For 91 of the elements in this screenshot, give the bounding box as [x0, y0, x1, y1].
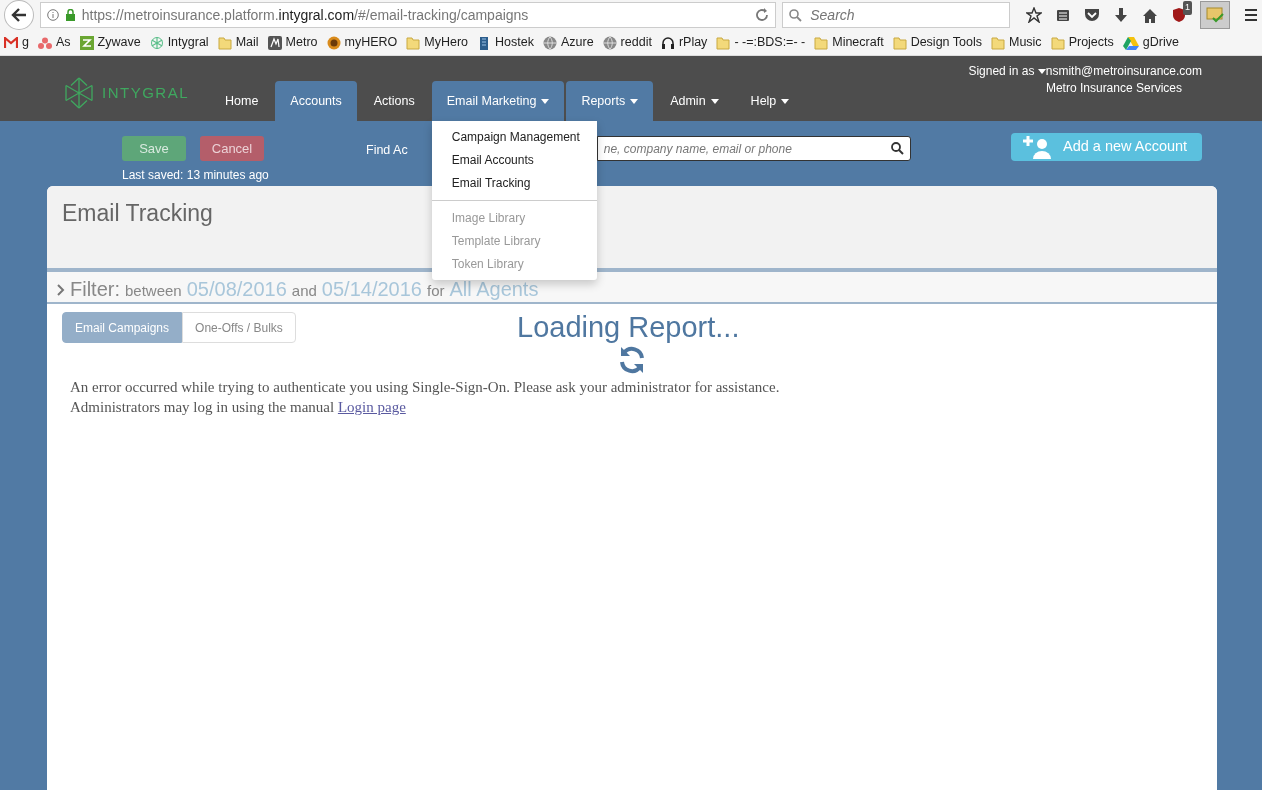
menu-item[interactable]: Campaign Management	[431, 126, 597, 149]
snowflake-icon	[149, 35, 164, 50]
reader-icon[interactable]	[1056, 8, 1070, 22]
filter-text: for	[426, 281, 445, 301]
bookmark-item[interactable]: Hostek	[477, 33, 534, 52]
bookmark-item[interactable]: Design Tools	[892, 33, 982, 52]
folder-icon	[814, 35, 829, 50]
back-arrow-icon	[10, 8, 27, 22]
square-logo-icon	[79, 35, 94, 50]
mail-icon	[4, 36, 18, 49]
bookmark-item[interactable]: MyHero	[406, 33, 469, 52]
chevron-icon[interactable]	[57, 284, 65, 296]
nav-tab[interactable]: Reports	[566, 81, 654, 121]
company-name: Metro Insurance Services	[1044, 80, 1183, 97]
bookmark-item[interactable]: Minecraft	[814, 33, 884, 52]
bookmark-item[interactable]: Mail	[217, 33, 259, 52]
bookmark-item[interactable]: reddit	[602, 33, 652, 52]
nav-tab[interactable]: Admin	[655, 81, 734, 121]
lock-icon	[64, 9, 76, 21]
refresh-icon	[617, 345, 647, 375]
search-icon	[789, 8, 803, 22]
bookmark-item[interactable]: As	[37, 33, 71, 52]
dots-icon	[37, 36, 52, 49]
folder-icon	[990, 35, 1005, 50]
bookmark-item[interactable]: Zywave	[79, 33, 141, 52]
badge-icon	[326, 35, 341, 50]
star-icon[interactable]	[1026, 7, 1042, 23]
bookmark-item[interactable]: Projects	[1050, 33, 1114, 52]
triangle-logo-icon	[1122, 35, 1139, 50]
home-icon[interactable]	[1142, 7, 1158, 23]
headphones-icon	[660, 35, 675, 50]
filter-text: between	[125, 281, 182, 301]
back-button[interactable]	[4, 0, 34, 30]
notification-badge: 1	[1183, 1, 1192, 15]
find-label: Find Ac	[366, 142, 408, 159]
login-link[interactable]: Login page	[337, 399, 406, 415]
account-search-box[interactable]: ne, company name, email or phone	[596, 136, 911, 161]
search-icon[interactable]	[891, 142, 904, 155]
report-tab[interactable]: One-Offs / Bulks	[182, 312, 296, 343]
bookmark-item[interactable]: - -=:BDS:=- -	[716, 33, 806, 52]
bookmark-item[interactable]: rPlay	[660, 33, 708, 52]
snowflake-logo-icon	[62, 76, 96, 110]
page-title: Email Tracking	[62, 199, 213, 228]
caret-icon	[541, 98, 550, 104]
pocket-icon[interactable]	[1084, 8, 1100, 22]
nav-tab[interactable]: Home	[210, 81, 274, 121]
loading-heading: Loading Report...	[517, 310, 740, 345]
address-bar[interactable]: https://metroinsurance.platform.intygral.com/#/email-tracking/campaigns	[39, 2, 777, 28]
globe-icon	[542, 35, 557, 50]
bookmark-item[interactable]: Azure	[542, 33, 594, 52]
caret-icon	[710, 98, 719, 104]
logo-text: INTYGRAL	[102, 82, 189, 103]
signed-in-label: Signed in as	[968, 64, 1035, 78]
bookmark-item[interactable]: Intygral	[149, 33, 209, 52]
square-logo-icon	[267, 35, 282, 50]
folder-icon	[892, 35, 907, 50]
page-check-icon	[1206, 7, 1224, 23]
bookmark-item[interactable]: gDrive	[1122, 33, 1179, 52]
error-message: An error occurred while trying to authenticate you using Single-Sign-On. Please ask your administrator for assistance.	[70, 378, 781, 397]
menu-icon[interactable]	[1244, 8, 1258, 22]
folder-icon	[406, 35, 421, 50]
folder-icon	[1050, 35, 1065, 50]
nav-tab[interactable]: Actions	[358, 81, 430, 121]
filter-text: and	[291, 281, 317, 301]
info-icon	[46, 9, 59, 21]
bookmark-item[interactable]: Metro	[267, 33, 318, 52]
add-user-icon	[1023, 135, 1053, 159]
caret-icon	[781, 98, 790, 104]
last-saved-text: Last saved: 13 minutes ago	[122, 167, 269, 184]
search-field[interactable]: Search	[808, 3, 999, 27]
reload-icon[interactable]	[755, 8, 770, 22]
url-text: https://metroinsurance.platform.intygral.com/#/email-tracking/campaigns	[81, 5, 529, 25]
globe-icon	[602, 35, 617, 50]
nav-tab[interactable]: Accounts	[275, 81, 357, 121]
bookmark-item[interactable]: myHERO	[326, 33, 398, 52]
menu-item[interactable]: Email Accounts	[431, 149, 597, 172]
folder-icon	[217, 35, 232, 50]
menu-item[interactable]: Email Tracking	[431, 172, 597, 195]
search-box[interactable]: Search	[782, 2, 1010, 28]
bookmark-item[interactable]: g	[4, 33, 29, 52]
nav-tab[interactable]: Email Marketing	[431, 81, 565, 121]
folder-icon	[716, 35, 731, 50]
caret-icon	[630, 98, 639, 104]
caret-icon[interactable]	[1037, 69, 1046, 75]
shield-icon[interactable]	[1172, 7, 1186, 23]
bookmark-item[interactable]: Music	[990, 33, 1042, 52]
addon-toggle-button[interactable]	[1200, 1, 1230, 29]
user-email[interactable]: nsmith@metroinsurance.com	[1045, 64, 1202, 78]
download-icon[interactable]	[1114, 7, 1128, 23]
nav-tab[interactable]: Help	[735, 81, 805, 121]
error-message: Administrators may log in using the manual	[70, 399, 335, 415]
